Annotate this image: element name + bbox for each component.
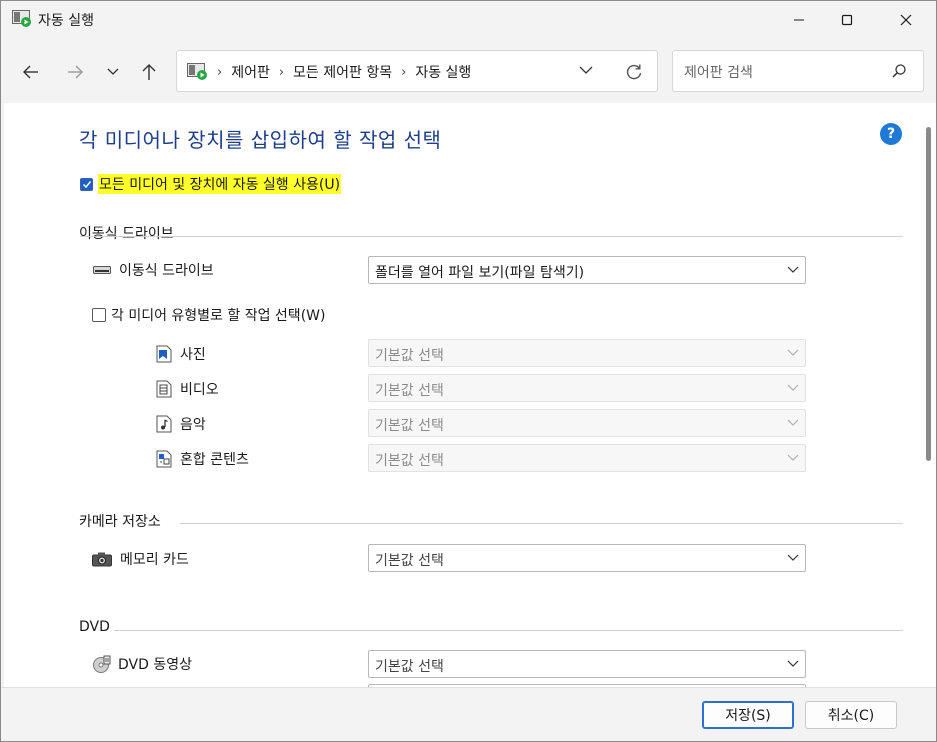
chevron-down-icon (787, 454, 799, 461)
music-action-select[interactable]: 기본값 선택 (368, 409, 806, 437)
photo-file-icon (156, 345, 172, 363)
breadcrumb-separator-icon: › (278, 64, 285, 80)
media-row-photo: 사진 (156, 344, 206, 364)
close-icon (900, 14, 912, 26)
photo-action-value: 기본값 선택 (375, 348, 444, 364)
dvd-movie-row: DVD 동영상 (92, 654, 192, 674)
breadcrumb-item-all-control-panel-items[interactable]: 모든 제어판 항목 (293, 62, 392, 82)
breadcrumb-separator-icon: › (401, 64, 407, 80)
per-media-type-checkbox[interactable] (92, 308, 106, 322)
memory-card-action-select[interactable]: 기본값 선택 (368, 544, 806, 572)
title-bar: 자동 실행 (1, 1, 936, 39)
refresh-icon (626, 64, 642, 80)
scrollbar-thumb[interactable] (926, 127, 931, 461)
dvd-movie-action-select[interactable]: 기본값 선택 (368, 650, 806, 678)
forward-arrow-icon (68, 65, 83, 79)
chevron-down-icon (787, 384, 799, 391)
enable-autoplay-label[interactable]: 모든 미디어 및 장치에 자동 실행 사용(U) (98, 174, 342, 194)
maximize-button[interactable] (824, 1, 870, 39)
chevron-down-icon (787, 349, 799, 356)
dvd-movie-label: DVD 동영상 (118, 657, 192, 673)
enable-autoplay-checkbox[interactable] (80, 177, 93, 191)
address-history-dropdown[interactable] (578, 64, 596, 80)
section-title-removable-drive: 이동식 드라이브 (79, 226, 174, 242)
search-input[interactable]: 제어판 검색 (684, 62, 753, 82)
breadcrumb-item-control-panel[interactable]: 제어판 (231, 62, 270, 82)
checkmark-icon (82, 180, 91, 188)
main-content: 각 미디어나 장치를 삽입하여 할 작업 선택 ? 모든 미디어 및 장치에 자… (4, 103, 921, 687)
chevron-down-icon (107, 68, 119, 75)
back-button[interactable] (17, 59, 45, 85)
chevron-down-icon (787, 419, 799, 426)
media-row-video: 비디오 (156, 379, 219, 399)
music-action-value: 기본값 선택 (375, 418, 444, 434)
maximize-icon (841, 14, 853, 26)
chevron-down-icon (787, 660, 799, 667)
up-arrow-icon (142, 64, 156, 80)
video-action-select[interactable]: 기본값 선택 (368, 374, 806, 402)
address-bar[interactable]: › 제어판 › 모든 제어판 항목 › 자동 실행 (176, 50, 658, 92)
media-row-mixed-content: 혼합 콘텐츠 (156, 449, 249, 469)
media-label-photo: 사진 (180, 347, 206, 363)
mixed-content-icon (156, 450, 172, 468)
save-button[interactable]: 저장(S) (702, 701, 794, 729)
mixed-content-action-value: 기본값 선택 (375, 453, 444, 469)
recent-locations-button[interactable] (99, 59, 127, 85)
per-media-type-checkbox-row[interactable]: 각 미디어 유형별로 할 작업 선택(W) (92, 305, 325, 325)
search-box[interactable]: 제어판 검색 (672, 50, 924, 92)
memory-card-row: 메모리 카드 (92, 549, 189, 569)
removable-drive-action-select[interactable]: 폴더를 열어 파일 보기(파일 탐색기) (368, 256, 806, 284)
media-row-music: 음악 (156, 414, 206, 434)
section-title-dvd: DVD (79, 619, 110, 635)
help-icon[interactable]: ? (880, 123, 902, 145)
mixed-content-action-select[interactable]: 기본값 선택 (368, 444, 806, 472)
breadcrumb: › 제어판 › 모든 제어판 항목 › 자동 실행 (217, 62, 471, 82)
breadcrumb-separator-icon: › (217, 64, 223, 80)
removable-drive-label: 이동식 드라이브 (119, 263, 214, 279)
forward-button[interactable] (61, 59, 89, 85)
photo-action-select[interactable]: 기본값 선택 (368, 339, 806, 367)
removable-drive-action-value: 폴더를 열어 파일 보기(파일 탐색기) (375, 265, 585, 281)
section-title-camera-storage: 카메라 저장소 (79, 514, 161, 530)
section-divider (114, 630, 903, 631)
search-icon[interactable] (891, 63, 907, 79)
page-title: 각 미디어나 장치를 삽입하여 할 작업 선택 (79, 128, 442, 152)
dialog-footer: 저장(S) 취소(C) (1, 687, 936, 741)
breadcrumb-item-autoplay[interactable]: 자동 실행 (415, 62, 471, 82)
video-file-icon (156, 380, 172, 398)
control-panel-icon (187, 63, 209, 81)
dvd-movie-action-value: 기본값 선택 (375, 659, 444, 675)
video-action-value: 기본값 선택 (375, 383, 444, 399)
memory-card-label: 메모리 카드 (120, 552, 189, 568)
vertical-scrollbar[interactable] (921, 103, 936, 687)
drive-icon (93, 265, 111, 275)
chevron-down-icon (787, 554, 799, 561)
up-button[interactable] (135, 59, 163, 85)
music-file-icon (156, 415, 172, 433)
removable-drive-row: 이동식 드라이브 (93, 260, 214, 280)
chevron-down-icon (579, 66, 593, 74)
memory-card-action-value: 기본값 선택 (375, 553, 444, 569)
media-label-mixed-content: 혼합 콘텐츠 (180, 452, 249, 468)
minimize-button[interactable] (776, 1, 822, 39)
navigation-bar: › 제어판 › 모든 제어판 항목 › 자동 실행 제어판 검색 (1, 39, 936, 103)
chevron-down-icon (787, 266, 799, 273)
per-media-type-label[interactable]: 각 미디어 유형별로 할 작업 선택(W) (111, 305, 325, 325)
back-arrow-icon (23, 65, 38, 79)
camera-icon (92, 552, 112, 567)
media-label-music: 음악 (180, 417, 206, 433)
close-button[interactable] (883, 1, 929, 39)
cancel-button[interactable]: 취소(C) (805, 701, 897, 729)
enable-autoplay-checkbox-row[interactable]: 모든 미디어 및 장치에 자동 실행 사용(U) (80, 173, 342, 195)
autoplay-window: 자동 실행 › 제어판 › 모든 제어판 항목 › 자동 실행 제어판 검색 각… (0, 0, 937, 742)
dvd-disc-icon (92, 655, 112, 673)
refresh-button[interactable] (624, 62, 644, 82)
window-title: 자동 실행 (38, 13, 94, 29)
minimize-icon (794, 19, 804, 21)
section-divider (80, 236, 903, 237)
autoplay-app-icon (12, 10, 32, 28)
media-label-video: 비디오 (180, 382, 219, 398)
section-divider (180, 523, 903, 524)
